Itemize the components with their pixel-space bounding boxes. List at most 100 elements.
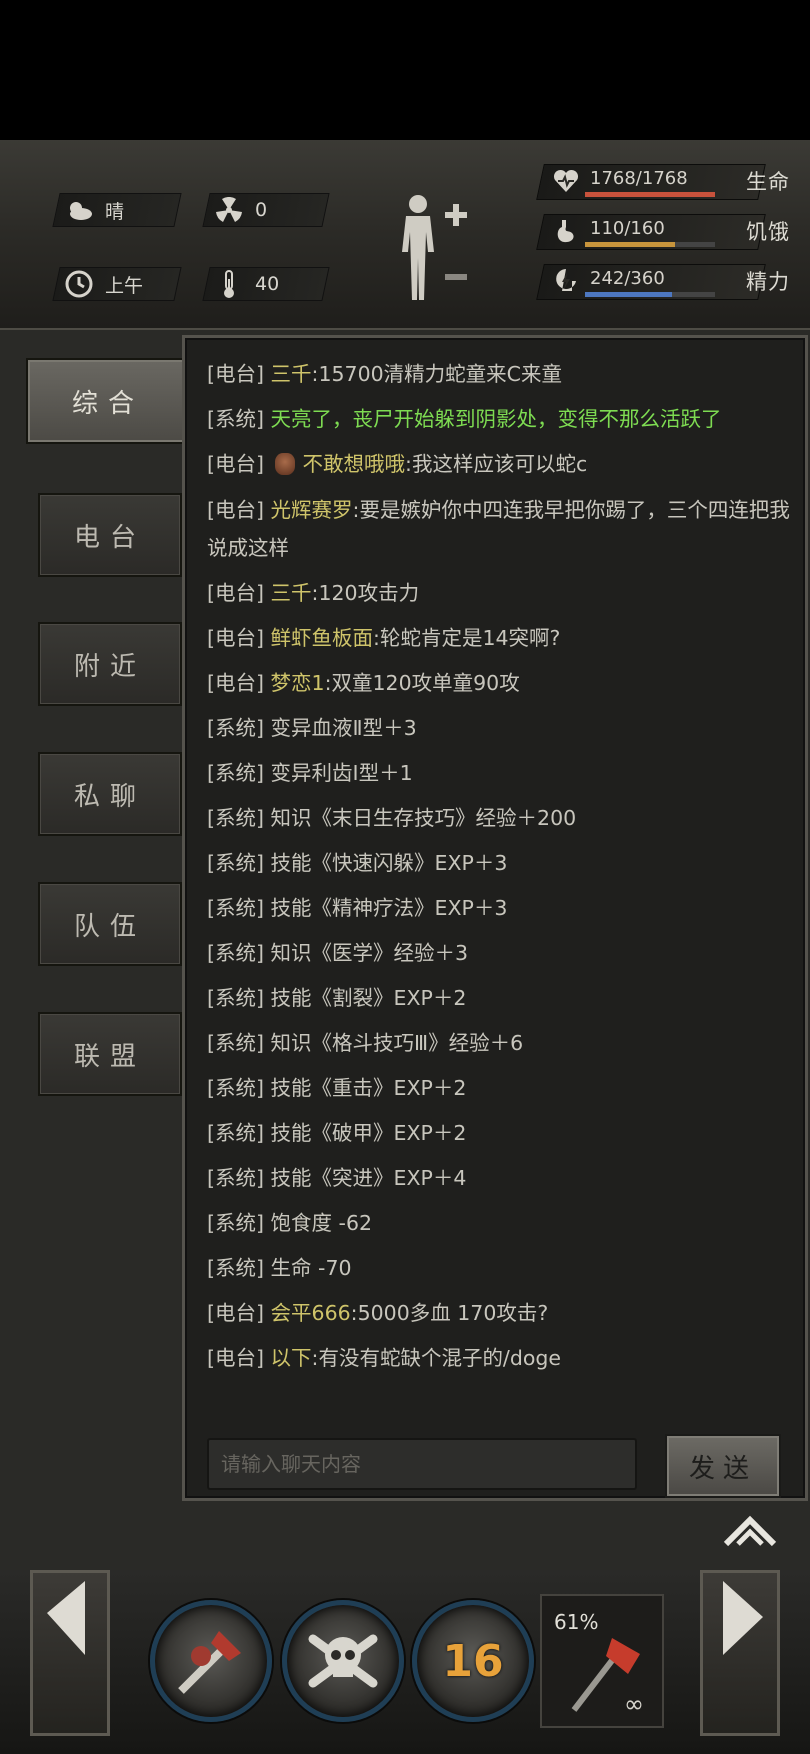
weapon-slot[interactable]: 61% ∞ bbox=[540, 1594, 664, 1728]
chat-username[interactable]: 鲜虾鱼板面 bbox=[271, 626, 374, 650]
user-avatar-icon[interactable] bbox=[274, 453, 295, 475]
chat-text: :5000多血 170攻击? bbox=[350, 1301, 549, 1325]
chat-text: 技能《重击》EXP＋2 bbox=[270, 1076, 467, 1100]
radiation-icon bbox=[213, 194, 245, 226]
send-button[interactable]: 发送 bbox=[665, 1434, 781, 1498]
health-label: 生命 bbox=[746, 170, 790, 194]
health-bar bbox=[585, 192, 715, 197]
energy-value: 242/360 bbox=[590, 268, 665, 289]
tab-general[interactable]: 综合 bbox=[26, 358, 190, 444]
tab-radio[interactable]: 电台 bbox=[38, 493, 182, 577]
chat-channel-tag: [系统] bbox=[207, 1031, 264, 1055]
chat-channel-tag: [系统] bbox=[207, 1256, 264, 1280]
weather-label: 晴 bbox=[105, 200, 125, 223]
chat-message[interactable]: [电台] 三千:120攻击力 bbox=[207, 571, 797, 616]
time-label: 上午 bbox=[105, 274, 144, 297]
vital-energy: 242/360 精力 bbox=[536, 264, 796, 300]
chat-message[interactable]: [系统] 技能《破甲》EXP＋2 bbox=[207, 1111, 797, 1156]
chat-channel-tag: [系统] bbox=[207, 407, 264, 431]
chat-text: 技能《快速闪躲》EXP＋3 bbox=[270, 851, 508, 875]
chat-text: :有没有蛇缺个混子的/doge bbox=[311, 1346, 562, 1370]
chat-message[interactable]: [电台] 光辉赛罗:要是嫉妒你中四连我早把你踢了，三个四连把我说成这样 bbox=[207, 487, 797, 571]
chat-message[interactable]: [系统] 知识《格斗技巧Ⅲ》经验＋6 bbox=[207, 1021, 797, 1066]
chat-message[interactable]: [系统] 知识《医学》经验＋3 bbox=[207, 931, 797, 976]
skull-icon bbox=[308, 1634, 378, 1688]
tab-private[interactable]: 私聊 bbox=[38, 752, 182, 836]
chat-channel-tag: [电台] bbox=[207, 581, 264, 605]
chat-text: 生命 -70 bbox=[270, 1256, 352, 1280]
radiation-value: 0 bbox=[255, 199, 268, 221]
skill-slot-axe[interactable] bbox=[150, 1600, 272, 1722]
chat-message[interactable]: [系统] 技能《突进》EXP＋4 bbox=[207, 1156, 797, 1201]
hunger-bar bbox=[585, 242, 715, 247]
chat-channel-tag: [电台] bbox=[207, 671, 264, 695]
chat-channel-tag: [系统] bbox=[207, 1211, 264, 1235]
time-slot[interactable]: 上午 bbox=[52, 267, 182, 301]
chat-channel-tag: [电台] bbox=[207, 1346, 264, 1370]
energy-bar bbox=[585, 292, 715, 297]
chat-message[interactable]: [电台] 以下:有没有蛇缺个混子的/doge bbox=[207, 1336, 797, 1381]
chat-channel-tag: [电台] bbox=[207, 626, 264, 650]
skill-slot-skull[interactable] bbox=[282, 1600, 404, 1722]
chat-username[interactable]: 梦恋1 bbox=[271, 671, 325, 695]
chat-message[interactable]: [系统] 知识《末日生存技巧》经验＋200 bbox=[207, 796, 797, 841]
chat-username[interactable]: 不敢想哦哦 bbox=[303, 452, 406, 476]
radiation-slot[interactable]: 0 bbox=[202, 193, 330, 227]
chat-message[interactable]: [系统] 生命 -70 bbox=[207, 1246, 797, 1291]
temperature-slot[interactable]: 40 bbox=[202, 267, 330, 301]
chat-channel-tag: [电台] bbox=[207, 452, 264, 476]
chat-text: :120攻击力 bbox=[311, 581, 420, 605]
chat-channel-tag: [系统] bbox=[207, 941, 264, 965]
chat-message[interactable]: [系统] 技能《精神疗法》EXP＋3 bbox=[207, 886, 797, 931]
body-status-figure[interactable] bbox=[393, 192, 473, 304]
heart-icon bbox=[552, 167, 580, 195]
clock-icon bbox=[63, 268, 95, 300]
weather-slot[interactable]: 晴 bbox=[52, 193, 182, 227]
temperature-value: 40 bbox=[255, 273, 280, 295]
chat-username[interactable]: 以下 bbox=[271, 1346, 312, 1370]
chat-username[interactable]: 三千 bbox=[271, 362, 312, 386]
tab-team[interactable]: 队伍 bbox=[38, 882, 182, 966]
tab-alliance[interactable]: 联盟 bbox=[38, 1012, 182, 1096]
chat-message[interactable]: [系统] 饱食度 -62 bbox=[207, 1201, 797, 1246]
energy-icon bbox=[552, 267, 580, 295]
chat-message[interactable]: [系统] 变异血液Ⅱ型＋3 bbox=[207, 706, 797, 751]
skill-stack-count: 16 bbox=[442, 1635, 504, 1687]
chat-text: 技能《破甲》EXP＋2 bbox=[270, 1121, 467, 1145]
chat-text: 技能《突进》EXP＋4 bbox=[270, 1166, 467, 1190]
chat-text: :15700清精力蛇童来C来童 bbox=[311, 362, 562, 386]
chat-username[interactable]: 光辉赛罗 bbox=[271, 498, 353, 522]
collapse-chevron-icon[interactable] bbox=[722, 1510, 778, 1550]
energy-label: 精力 bbox=[746, 270, 790, 294]
status-bar: 晴 0 上午 40 1768/1768 生命 110/160 饥饿 242/36… bbox=[0, 140, 810, 330]
chat-message[interactable]: [系统] 天亮了，丧尸开始躲到阴影处，变得不那么活跃了 bbox=[207, 397, 797, 442]
chat-message[interactable]: [系统] 技能《重击》EXP＋2 bbox=[207, 1066, 797, 1111]
chat-message[interactable]: [系统] 变异利齿Ⅰ型＋1 bbox=[207, 751, 797, 796]
hotbar-prev-button[interactable] bbox=[30, 1570, 110, 1736]
chat-message[interactable]: [系统] 技能《割裂》EXP＋2 bbox=[207, 976, 797, 1021]
skill-slot-heal[interactable]: 16 bbox=[412, 1600, 534, 1722]
hotbar-next-button[interactable] bbox=[700, 1570, 780, 1736]
chat-message[interactable]: [电台] 不敢想哦哦:我这样应该可以蛇c bbox=[207, 442, 797, 487]
weapon-uses: ∞ bbox=[624, 1690, 644, 1718]
chat-text: :双童120攻单童90攻 bbox=[324, 671, 520, 695]
chat-message[interactable]: [电台] 梦恋1:双童120攻单童90攻 bbox=[207, 661, 797, 706]
chat-message-list[interactable]: [电台] 三千:15700清精力蛇童来C来童 [系统] 天亮了，丧尸开始躲到阴影处… bbox=[207, 352, 797, 1402]
chat-channel-tag: [电台] bbox=[207, 498, 264, 522]
chat-channel-tag: [系统] bbox=[207, 761, 264, 785]
chat-channel-tag: [系统] bbox=[207, 986, 264, 1010]
chat-message[interactable]: [电台] 会平666:5000多血 170攻击? bbox=[207, 1291, 797, 1336]
chat-message[interactable]: [电台] 三千:15700清精力蛇童来C来童 bbox=[207, 352, 797, 397]
chat-message[interactable]: [电台] 鲜虾鱼板面:轮蛇肯定是14突啊? bbox=[207, 616, 797, 661]
chat-text: 知识《末日生存技巧》经验＋200 bbox=[270, 806, 577, 830]
chat-input[interactable] bbox=[207, 1438, 637, 1490]
tab-nearby[interactable]: 附近 bbox=[38, 622, 182, 706]
chat-channel-tag: [系统] bbox=[207, 1166, 264, 1190]
chat-message[interactable]: [系统] 技能《快速闪躲》EXP＋3 bbox=[207, 841, 797, 886]
chat-username[interactable]: 三千 bbox=[271, 581, 312, 605]
chat-username[interactable]: 会平666 bbox=[271, 1301, 351, 1325]
weather-icon bbox=[63, 194, 95, 226]
chat-text: 知识《格斗技巧Ⅲ》经验＋6 bbox=[270, 1031, 524, 1055]
chat-channel-tag: [系统] bbox=[207, 806, 264, 830]
chat-text: 天亮了，丧尸开始躲到阴影处，变得不那么活跃了 bbox=[270, 407, 722, 431]
